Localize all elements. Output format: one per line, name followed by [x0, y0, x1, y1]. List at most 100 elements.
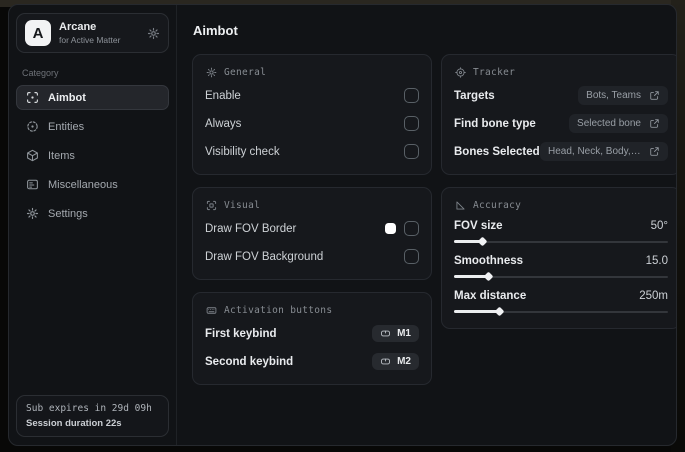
sidebar-item-label: Aimbot: [48, 91, 86, 104]
toggle-label: Draw FOV Border: [205, 222, 297, 235]
panel-visual-header: Visual: [206, 200, 419, 211]
sun-icon: [206, 67, 217, 78]
keybind-label: First keybind: [205, 327, 277, 340]
dropdown-label: Find bone type: [454, 117, 536, 130]
sidebar-item-aimbot[interactable]: Aimbot: [16, 85, 169, 110]
brand-logo: A: [25, 20, 51, 46]
toggle-row-fov-border: Draw FOV Border: [205, 218, 419, 239]
fov-border-checkbox[interactable]: [404, 221, 419, 236]
brand-card: A Arcane for Active Matter: [16, 13, 169, 53]
slider-label: Smoothness: [454, 255, 524, 267]
slider-row-fov-size: FOV size 50°: [454, 220, 668, 247]
dropdown-row-find-bone-type: Find bone type Selected bone: [454, 113, 668, 134]
dropdown-value: Selected bone: [577, 118, 641, 129]
bones-selected-dropdown[interactable]: Head, Neck, Body, Pe…: [540, 142, 668, 161]
dropdown-label: Bones Selected: [454, 145, 540, 158]
panel-header-label: Accuracy: [473, 200, 522, 211]
mouse-icon: [380, 328, 391, 339]
expand-icon: [649, 146, 660, 157]
angle-icon: [455, 200, 466, 211]
sidebar-item-label: Miscellaneous: [48, 178, 118, 191]
toggle-row-fov-background: Draw FOV Background: [205, 246, 419, 267]
panel-header-label: Activation buttons: [224, 305, 333, 316]
max-distance-slider[interactable]: [454, 306, 668, 317]
sidebar-item-entities[interactable]: Entities: [16, 114, 169, 139]
dropdown-row-bones-selected: Bones Selected Head, Neck, Body, Pe…: [454, 141, 668, 162]
panel-tracker-header: Tracker: [455, 67, 668, 78]
fov-size-slider[interactable]: [454, 236, 668, 247]
toggle-label: Enable: [205, 89, 241, 102]
first-keybind-button[interactable]: M1: [372, 325, 419, 342]
toggle-row-enable: Enable: [205, 85, 419, 106]
smoothness-slider[interactable]: [454, 271, 668, 282]
frame-icon: [206, 200, 217, 211]
right-column: Tracker Targets Bots, Teams Find bone ty…: [441, 54, 676, 329]
toggle-label: Visibility check: [205, 145, 280, 158]
fov-background-checkbox[interactable]: [404, 249, 419, 264]
category-label: Category: [22, 68, 59, 78]
panel-tracker: Tracker Targets Bots, Teams Find bone ty…: [441, 54, 676, 175]
dropdown-label: Targets: [454, 89, 495, 102]
sidebar-item-label: Items: [48, 149, 75, 162]
slider-label: FOV size: [454, 220, 503, 232]
sidebar-item-settings[interactable]: Settings: [16, 201, 169, 226]
panel-visual: Visual Draw FOV Border Draw FOV Backgrou…: [192, 187, 432, 280]
cube-icon: [26, 149, 39, 162]
slider-value: 250m: [639, 290, 668, 302]
toggle-row-always: Always: [205, 113, 419, 134]
enable-checkbox[interactable]: [404, 88, 419, 103]
crosshair-icon: [26, 91, 39, 104]
slider-thumb[interactable]: [494, 306, 505, 317]
panel-general-header: General: [206, 67, 419, 78]
brand-subtitle: for Active Matter: [59, 34, 121, 45]
sidebar-item-label: Entities: [48, 120, 85, 133]
dropdown-value: Head, Neck, Body, Pe…: [548, 146, 641, 157]
toggle-label: Draw FOV Background: [205, 250, 324, 263]
gear-icon: [26, 207, 39, 220]
always-checkbox[interactable]: [404, 116, 419, 131]
page-title: Aimbot: [193, 23, 238, 38]
sub-expires-text: Sub expires in 29d 09h: [26, 403, 152, 414]
panel-header-label: Visual: [224, 200, 261, 211]
dropdown-row-targets: Targets Bots, Teams: [454, 85, 668, 106]
dropdown-value: Bots, Teams: [586, 90, 641, 101]
sidebar-item-items[interactable]: Items: [16, 143, 169, 168]
find-bone-type-dropdown[interactable]: Selected bone: [569, 114, 668, 133]
radar-icon: [26, 120, 39, 133]
panel-accuracy: Accuracy FOV size 50° Smoothness 15.0 Ma…: [441, 187, 676, 329]
main-content: Aimbot General Enable Always Visibility …: [177, 5, 676, 445]
toggle-row-visibility-check: Visibility check: [205, 141, 419, 162]
expand-icon: [649, 118, 660, 129]
panel-header-label: General: [224, 67, 267, 78]
keybind-label: Second keybind: [205, 355, 294, 368]
panel-activation-header: Activation buttons: [206, 305, 419, 316]
slider-thumb[interactable]: [477, 236, 488, 247]
subscription-info-card: Sub expires in 29d 09h Session duration …: [16, 395, 169, 437]
mouse-icon: [380, 356, 391, 367]
second-keybind-button[interactable]: M2: [372, 353, 419, 370]
slider-value: 15.0: [645, 255, 668, 267]
slider-thumb[interactable]: [483, 271, 494, 282]
left-column: General Enable Always Visibility check V…: [192, 54, 432, 385]
panel-accuracy-header: Accuracy: [455, 200, 668, 211]
fov-border-controls: [385, 221, 419, 236]
brand-name: Arcane: [59, 20, 97, 33]
sidebar-item-miscellaneous[interactable]: Miscellaneous: [16, 172, 169, 197]
sidebar-item-label: Settings: [48, 207, 88, 220]
slider-fill: [454, 310, 499, 313]
slider-label: Max distance: [454, 290, 527, 302]
keybind-value: M2: [397, 356, 411, 367]
panel-general: General Enable Always Visibility check: [192, 54, 432, 175]
color-swatch[interactable]: [385, 223, 396, 234]
visibility-check-checkbox[interactable]: [404, 144, 419, 159]
session-duration-text: Session duration 22s: [26, 418, 122, 429]
keybind-value: M1: [397, 328, 411, 339]
slider-value: 50°: [650, 220, 668, 232]
keybind-row-first: First keybind M1: [205, 323, 419, 344]
targets-dropdown[interactable]: Bots, Teams: [578, 86, 668, 105]
keyboard-icon: [206, 305, 217, 316]
slider-row-smoothness: Smoothness 15.0: [454, 255, 668, 282]
slider-row-max-distance: Max distance 250m: [454, 290, 668, 317]
gear-icon[interactable]: [147, 27, 160, 40]
keybind-row-second: Second keybind M2: [205, 351, 419, 372]
